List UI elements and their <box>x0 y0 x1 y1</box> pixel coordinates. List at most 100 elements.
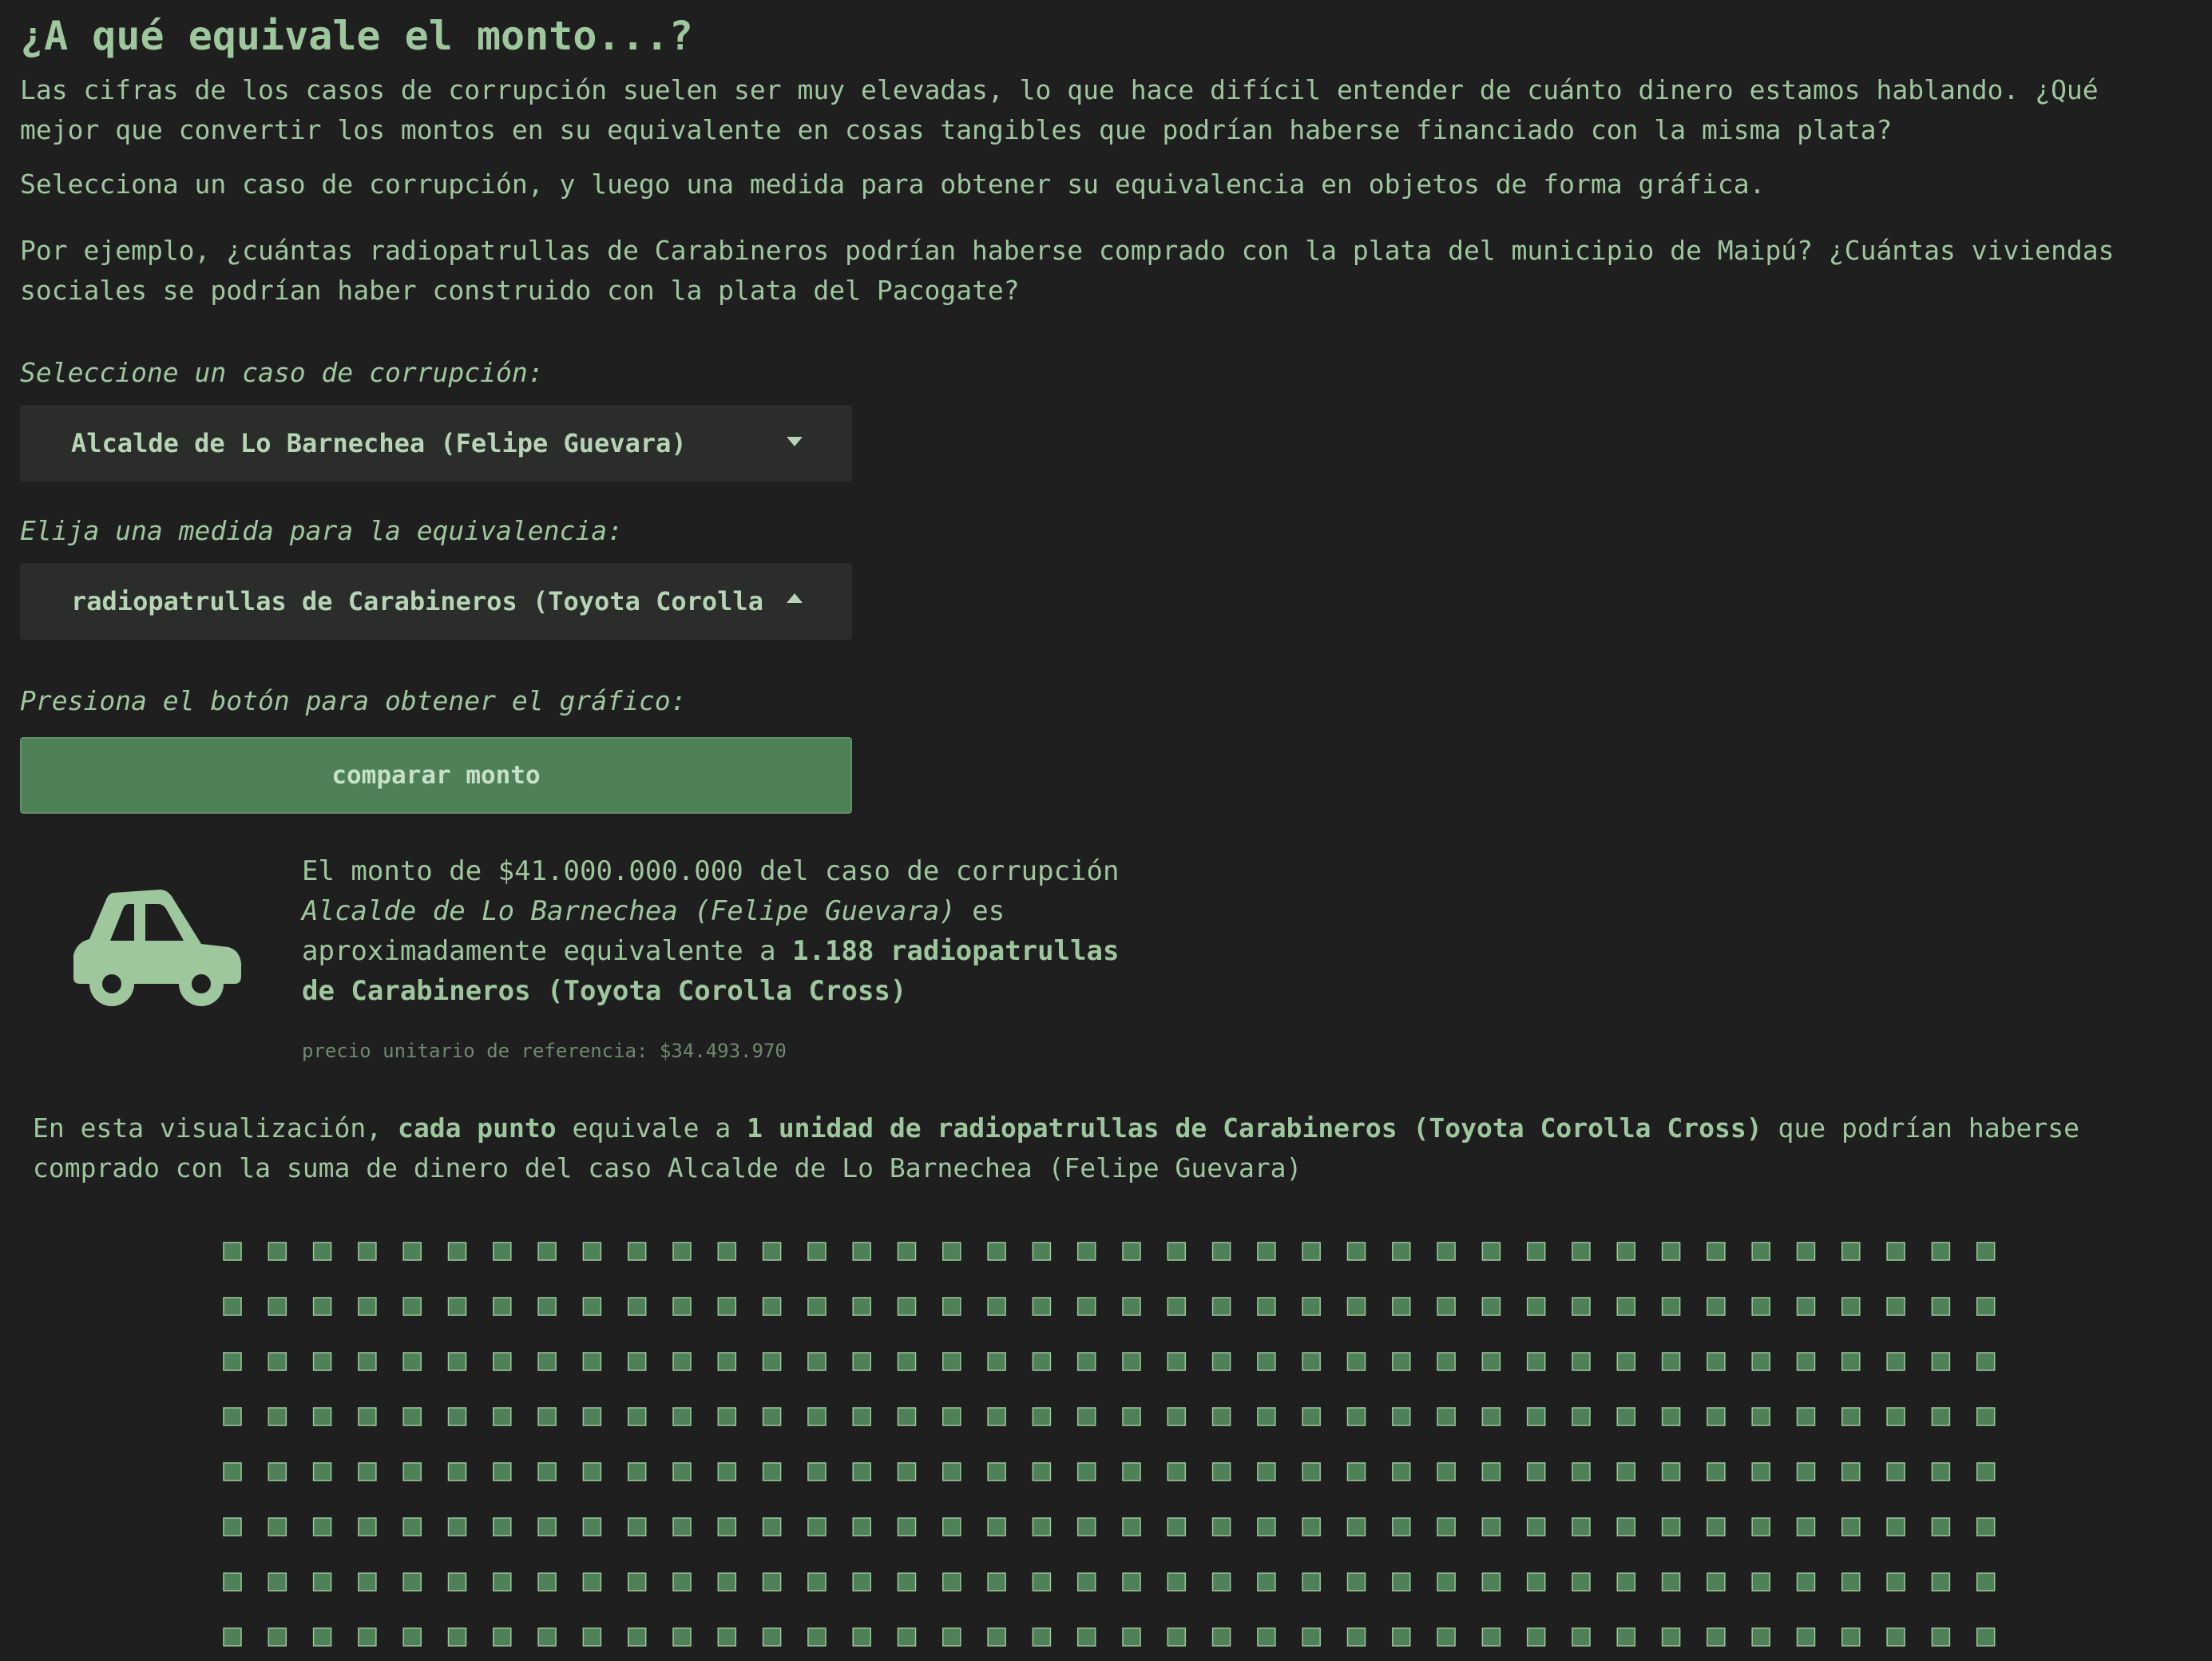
unit-dot <box>1616 1517 1636 1536</box>
unit-dot <box>582 1352 602 1371</box>
unit-dot <box>312 1572 332 1592</box>
unit-dot <box>627 1572 647 1592</box>
unit-dot <box>627 1627 647 1647</box>
unit-dot <box>1707 1572 1726 1592</box>
unit-dot <box>358 1407 377 1426</box>
unit-dot <box>1032 1627 1052 1647</box>
unit-dot <box>1751 1407 1770 1426</box>
unit-dot <box>1122 1352 1141 1371</box>
unit-dot <box>1302 1572 1321 1592</box>
unit-dot <box>1032 1517 1052 1536</box>
unit-dot <box>1076 1627 1096 1647</box>
unit-dot <box>582 1297 602 1316</box>
unit-dot <box>1346 1462 1366 1481</box>
unit-dot <box>942 1242 961 1261</box>
unit-dot <box>717 1352 737 1371</box>
unit-dot <box>1886 1297 1905 1316</box>
unit-dot <box>1032 1242 1052 1261</box>
unit-dot <box>223 1407 242 1426</box>
unit-dot <box>1661 1627 1681 1647</box>
unit-dot <box>1032 1572 1052 1592</box>
unit-dot <box>672 1572 692 1592</box>
unit-dot <box>1076 1352 1096 1371</box>
unit-dot <box>1257 1572 1276 1592</box>
unit-dot <box>852 1572 871 1592</box>
unit-dot <box>942 1407 961 1426</box>
unit-dot <box>447 1297 467 1316</box>
unit-dot <box>1751 1242 1770 1261</box>
unit-dot <box>762 1352 782 1371</box>
unit-dot <box>1392 1462 1411 1481</box>
unit-dot <box>1392 1572 1411 1592</box>
unit-dot <box>1346 1627 1366 1647</box>
unit-dot <box>1122 1627 1141 1647</box>
unit-dot <box>1886 1352 1905 1371</box>
unit-dot <box>1931 1242 1951 1261</box>
unit-dot <box>268 1517 287 1536</box>
unit-dot <box>1122 1517 1141 1536</box>
unit-dot <box>627 1352 647 1371</box>
unit-dot <box>402 1242 422 1261</box>
unit-dot <box>537 1627 557 1647</box>
dot-grid <box>223 1242 1996 1647</box>
unit-dot <box>1167 1242 1187 1261</box>
unit-dot <box>1302 1517 1321 1536</box>
unit-dot <box>537 1352 557 1371</box>
unit-dot <box>942 1572 961 1592</box>
unit-dot <box>1841 1462 1861 1481</box>
unit-dot <box>1526 1572 1546 1592</box>
unit-dot <box>1032 1297 1052 1316</box>
unit-dot <box>762 1627 782 1647</box>
unit-dot <box>897 1517 917 1536</box>
unit-dot <box>1572 1572 1591 1592</box>
unit-dot <box>493 1297 512 1316</box>
unit-dot <box>987 1627 1006 1647</box>
unit-dot <box>268 1572 287 1592</box>
unit-dot <box>1257 1462 1276 1481</box>
unit-dot <box>1886 1407 1905 1426</box>
unit-dot <box>1481 1242 1501 1261</box>
unit-dot <box>1976 1517 1996 1536</box>
unit-dot <box>1616 1407 1636 1426</box>
unit-dot <box>312 1517 332 1536</box>
unit-dot <box>1526 1627 1546 1647</box>
unit-dot <box>1931 1297 1951 1316</box>
unit-dot <box>852 1462 871 1481</box>
unit-dot <box>1481 1297 1501 1316</box>
unit-dot <box>1886 1627 1905 1647</box>
unit-dot <box>537 1462 557 1481</box>
unit-dot <box>312 1462 332 1481</box>
unit-dot <box>1302 1407 1321 1426</box>
unit-dot <box>852 1352 871 1371</box>
unit-dot <box>672 1627 692 1647</box>
unit-dot <box>717 1627 737 1647</box>
unit-dot <box>942 1517 961 1536</box>
unit-dot <box>1211 1462 1231 1481</box>
unit-dot <box>1572 1297 1591 1316</box>
unit-dot <box>1032 1352 1052 1371</box>
unit-dot <box>537 1517 557 1536</box>
unit-dot <box>1346 1297 1366 1316</box>
unit-dot <box>672 1352 692 1371</box>
unit-dot <box>312 1242 332 1261</box>
unit-dot <box>268 1297 287 1316</box>
unit-dot <box>223 1297 242 1316</box>
unit-dot <box>807 1407 827 1426</box>
unit-dot <box>852 1407 871 1426</box>
unit-dot <box>1032 1407 1052 1426</box>
unit-dot <box>1526 1242 1546 1261</box>
unit-dot <box>268 1407 287 1426</box>
unit-dot <box>1751 1352 1770 1371</box>
unit-dot <box>1481 1352 1501 1371</box>
unit-dot <box>1796 1462 1816 1481</box>
unit-dot <box>1707 1407 1726 1426</box>
unit-dot <box>1841 1572 1861 1592</box>
unit-dot <box>402 1517 422 1536</box>
unit-dot <box>493 1517 512 1536</box>
unit-dot <box>1616 1352 1636 1371</box>
unit-dot <box>358 1627 377 1647</box>
unit-dot <box>1302 1462 1321 1481</box>
unit-dot <box>1931 1572 1951 1592</box>
unit-dot <box>358 1572 377 1592</box>
unit-dot <box>1661 1462 1681 1481</box>
